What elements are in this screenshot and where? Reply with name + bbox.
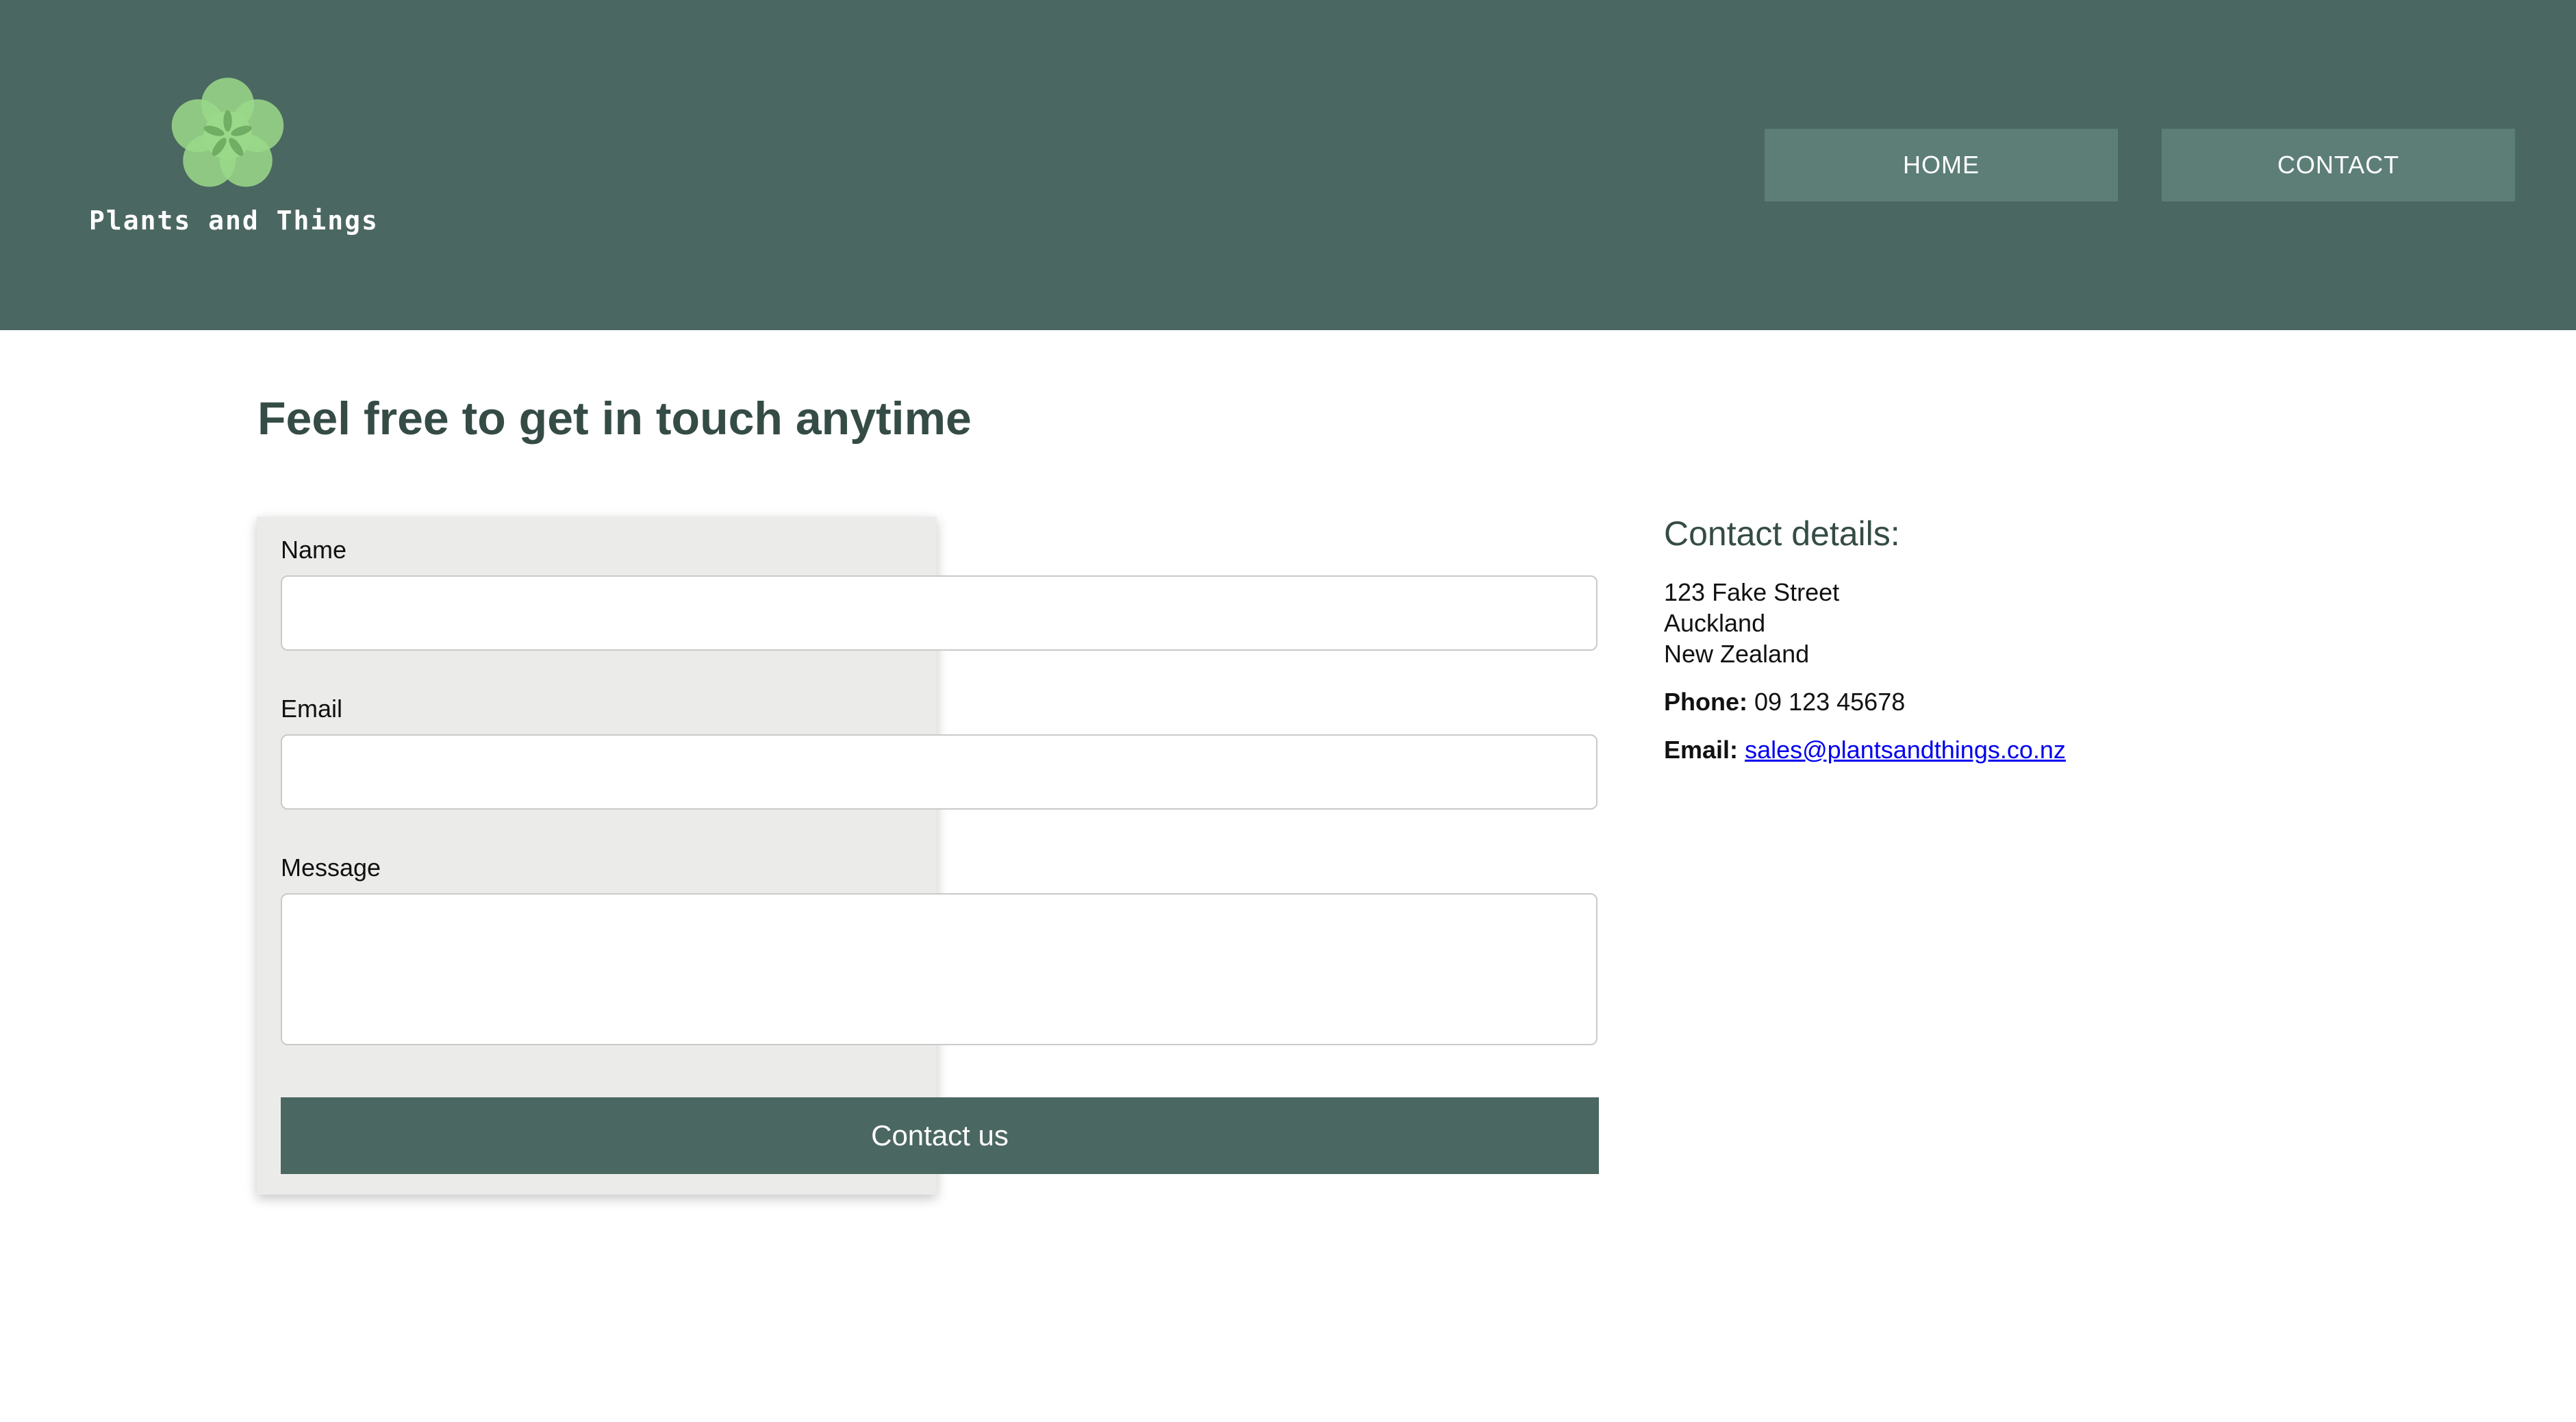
flower-logo-icon: [171, 77, 284, 187]
email-label: Email:: [1664, 736, 1739, 764]
contact-form: Name Email Message Contact us: [257, 516, 1599, 1195]
phone-row: Phone: 09 123 45678: [1664, 686, 2349, 717]
message-label: Message: [281, 853, 381, 882]
brand-name: Plants and Things: [89, 205, 379, 236]
name-input[interactable]: [281, 575, 1598, 651]
address-line: Auckland: [1664, 609, 1766, 637]
email-link[interactable]: sales@plantsandthings.co.nz: [1745, 736, 2066, 764]
address-line: 123 Fake Street: [1664, 578, 1840, 606]
address-block: 123 Fake Street Auckland New Zealand: [1664, 577, 2349, 669]
contact-us-button[interactable]: Contact us: [281, 1097, 1599, 1174]
email-label: Email: [281, 695, 343, 723]
contact-details: Contact details: 123 Fake Street Aucklan…: [1664, 514, 2349, 765]
address-line: New Zealand: [1664, 640, 1810, 668]
nav-home-button[interactable]: HOME: [1765, 129, 2118, 201]
page-title: Feel free to get in touch anytime: [257, 392, 972, 445]
message-textarea[interactable]: [281, 893, 1598, 1045]
site-header: Plants and Things HOME CONTACT: [0, 0, 2576, 330]
contact-details-heading: Contact details:: [1664, 514, 1900, 553]
email-row: Email: sales@plantsandthings.co.nz: [1664, 734, 2349, 765]
email-input[interactable]: [281, 734, 1598, 810]
site-logo[interactable]: Plants and Things: [89, 75, 379, 247]
phone-number: 09 123 45678: [1754, 688, 1906, 716]
name-label: Name: [281, 536, 347, 564]
phone-label: Phone:: [1664, 688, 1747, 716]
nav-contact-button[interactable]: CONTACT: [2162, 129, 2515, 201]
